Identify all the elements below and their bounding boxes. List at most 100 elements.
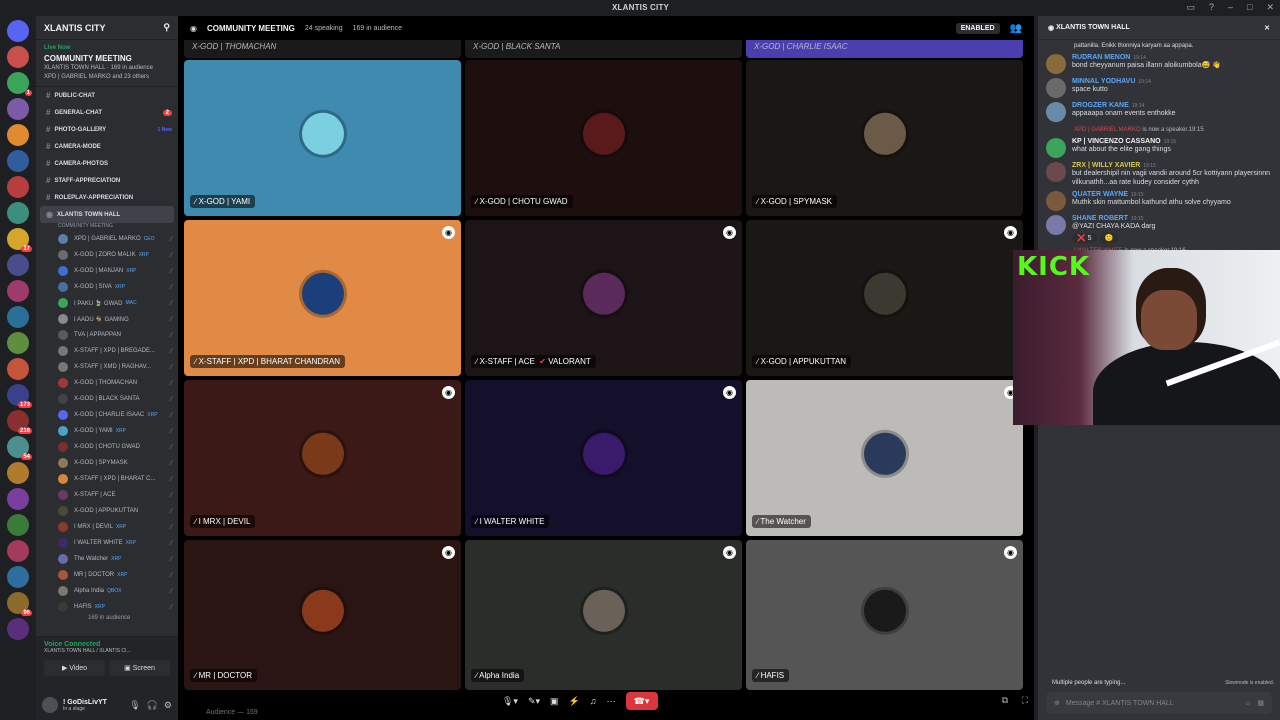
- apps-icon[interactable]: ▦: [1257, 699, 1264, 707]
- voice-user[interactable]: I PAKU 🍃 GWAD MAC ∕: [36, 295, 178, 311]
- emoji-icon[interactable]: ☺: [1244, 700, 1251, 707]
- video-button[interactable]: ▶ Video: [44, 660, 105, 676]
- avatar[interactable]: [1046, 162, 1066, 182]
- chat-message[interactable]: KP | VINCENZO CASSANO 19:15 what about the…: [1038, 136, 1280, 160]
- voice-user[interactable]: X-GOD | MANJAN XRP ∕: [36, 263, 178, 279]
- screen-button[interactable]: ▣ Screen: [109, 660, 170, 676]
- voice-user[interactable]: TVA | APPAPPAN ∕: [36, 327, 178, 343]
- video-tile[interactable]: ∕ X-GOD | APPUKUTTAN ◉: [746, 220, 1023, 376]
- voice-user[interactable]: X-STAFF | XPD | BHARAT C... ∕: [36, 471, 178, 487]
- chat-message[interactable]: SHANE ROBERT 19:15 @YAZI CHAYA KADA darg ❌ …: [1038, 213, 1280, 245]
- voice-user[interactable]: X-GOD | CHOTU GWAD ∕: [36, 439, 178, 455]
- voice-user[interactable]: X-STAFF | XMD | RAGHAV... ∕: [36, 359, 178, 375]
- video-tile[interactable]: ∕ X-GOD | YAMI: [184, 60, 461, 216]
- soundboard-icon[interactable]: ♫: [590, 696, 597, 706]
- more-icon[interactable]: ⋯: [607, 696, 616, 707]
- server-icon[interactable]: 54: [7, 436, 32, 460]
- avatar[interactable]: [1046, 78, 1066, 98]
- voice-user[interactable]: MR | DOCTOR XRP ∕: [36, 567, 178, 583]
- video-tile[interactable]: ∕ Alpha India ◉: [465, 540, 742, 690]
- server-icon[interactable]: [7, 618, 29, 640]
- pin-icon[interactable]: ◉: [723, 546, 736, 559]
- voice-user[interactable]: I WALTER WHITE XRP ∕: [36, 535, 178, 551]
- server-icon[interactable]: [7, 124, 29, 146]
- avatar[interactable]: [1046, 215, 1066, 235]
- voice-user[interactable]: XPD | GABRIEL MARKO CEO ∕: [36, 231, 178, 247]
- voice-user[interactable]: I MRX | DEVIL XRP ∕: [36, 519, 178, 535]
- video-tile[interactable]: ∕ MR | DOCTOR ◉: [184, 540, 461, 690]
- message-input[interactable]: ⊕ Message # XLANTIS TOWN HALL ☺ ▦: [1046, 692, 1272, 714]
- chat-message[interactable]: DROGZER KANE 19:14 appaaapa onam events en…: [1038, 100, 1280, 124]
- voice-user[interactable]: X-GOD | APPUKUTTAN ∕: [36, 503, 178, 519]
- mic-icon[interactable]: 🎙: [129, 700, 140, 711]
- gear-icon[interactable]: ⚙: [164, 700, 172, 711]
- chat-message[interactable]: ZRX | WILLY XAVIER 19:15 but dealershipil …: [1038, 160, 1280, 189]
- voice-user[interactable]: X-GOD | THOMACHAN ∕: [36, 375, 178, 391]
- channel-item[interactable]: # CAMERA-MODE: [36, 138, 178, 155]
- pin-icon[interactable]: ◉: [723, 226, 736, 239]
- enabled-badge[interactable]: ENABLED: [955, 22, 1000, 34]
- add-friend-icon[interactable]: ⚲: [163, 22, 170, 33]
- server-icon[interactable]: [7, 332, 29, 354]
- voice-user[interactable]: X-GOD | SPYMASK ∕: [36, 455, 178, 471]
- server-icon[interactable]: [7, 566, 29, 588]
- message-author[interactable]: RUDRAN MENON 19:14: [1072, 54, 1221, 61]
- avatar[interactable]: [42, 697, 58, 713]
- video-tile[interactable]: ∕ X-STAFF | ACE ✔ VALORANT ◉: [465, 220, 742, 376]
- voice-user[interactable]: X-GOD | BLACK SANTA ∕: [36, 391, 178, 407]
- voice-user[interactable]: The Watcher XRP ∕: [36, 551, 178, 567]
- live-event-card[interactable]: Live Now COMMUNITY MEETING XLANTIS TOWN …: [36, 40, 178, 87]
- leave-call-button[interactable]: ☎▾: [625, 692, 658, 710]
- message-author[interactable]: KP | VINCENZO CASSANO 19:15: [1072, 138, 1176, 145]
- avatar[interactable]: [1046, 138, 1066, 158]
- chat-message[interactable]: MINNAL YODHAVU 19:14 space kutto: [1038, 76, 1280, 100]
- close-icon[interactable]: ✕: [1266, 2, 1274, 13]
- message-author[interactable]: SHANE ROBERT 19:15: [1072, 215, 1155, 222]
- tile-strip[interactable]: X-GOD | BLACK SANTA: [465, 40, 742, 58]
- server-header[interactable]: XLANTIS CITY ⚲: [36, 16, 178, 40]
- tile-strip[interactable]: X-GOD | CHARLIE ISAAC: [746, 40, 1023, 58]
- channel-item[interactable]: # PUBLIC-CHAT: [36, 87, 178, 104]
- pin-icon[interactable]: ◉: [1004, 226, 1017, 239]
- chat-message[interactable]: RUDRAN MENON 19:14 bond cheyyanum paisa il…: [1038, 52, 1280, 76]
- voice-user[interactable]: X-STAFF | ACE ∕: [36, 487, 178, 503]
- maximize-icon[interactable]: □: [1247, 2, 1252, 13]
- server-icon[interactable]: [7, 254, 29, 276]
- pin-icon[interactable]: ◉: [442, 226, 455, 239]
- voice-user[interactable]: HAFIS XRP ∕: [36, 599, 178, 615]
- channel-item[interactable]: # PHOTO-GALLERY 1 New: [36, 121, 178, 138]
- activity-icon[interactable]: ⚡: [569, 696, 580, 707]
- server-icon[interactable]: [7, 202, 29, 224]
- server-icon[interactable]: [7, 514, 29, 536]
- server-icon[interactable]: [7, 306, 29, 328]
- headphones-icon[interactable]: 🎧: [147, 700, 158, 711]
- screen-share-icon[interactable]: ▣: [550, 696, 559, 707]
- voice-user[interactable]: X-STAFF | XPD | BREGADE... ∕: [36, 343, 178, 359]
- pin-icon[interactable]: ◉: [442, 546, 455, 559]
- channel-item[interactable]: # GENERAL-CHAT 2: [36, 104, 178, 121]
- video-tile[interactable]: ∕ I MRX | DEVIL ◉: [184, 380, 461, 536]
- server-icon[interactable]: [7, 176, 29, 198]
- video-tile[interactable]: ∕ X-STAFF | XPD | BHARAT CHANDRAN ◉: [184, 220, 461, 376]
- mic-icon[interactable]: 🎙▾: [502, 696, 518, 707]
- voice-user[interactable]: X-GOD | ZORO MALIK XRP ∕: [36, 247, 178, 263]
- server-icon[interactable]: 173: [7, 384, 32, 408]
- voice-user[interactable]: X-GOD | YAMI XRP ∕: [36, 423, 178, 439]
- popout-icon[interactable]: ⧉: [1002, 695, 1008, 706]
- server-icon[interactable]: 1: [7, 72, 32, 96]
- voice-channel-town-hall[interactable]: ◉ XLANTIS TOWN HALL: [40, 206, 174, 223]
- voice-user[interactable]: I AADU 🐐 GAMING ∕: [36, 311, 178, 327]
- reaction[interactable]: ❌ 5: [1072, 233, 1097, 243]
- avatar[interactable]: [1046, 54, 1066, 74]
- video-tile[interactable]: ∕ The Watcher ◉: [746, 380, 1023, 536]
- reaction[interactable]: 🙂: [1099, 233, 1119, 243]
- voice-user[interactable]: X-GOD | CHARLIE ISAAC XRP ∕: [36, 407, 178, 423]
- video-tile[interactable]: ∕ I WALTER WHITE ◉: [465, 380, 742, 536]
- voice-user[interactable]: X-GOD | SIVA XRP ∕: [36, 279, 178, 295]
- server-icon[interactable]: [7, 46, 29, 68]
- video-tile[interactable]: ∕ X-GOD | CHOTU GWAD: [465, 60, 742, 216]
- minimize-icon[interactable]: –: [1228, 2, 1233, 13]
- tile-strip[interactable]: X-GOD | THOMACHAN: [184, 40, 461, 58]
- message-author[interactable]: QUATER WAYNE 19:15: [1072, 191, 1231, 198]
- server-icon[interactable]: [7, 488, 29, 510]
